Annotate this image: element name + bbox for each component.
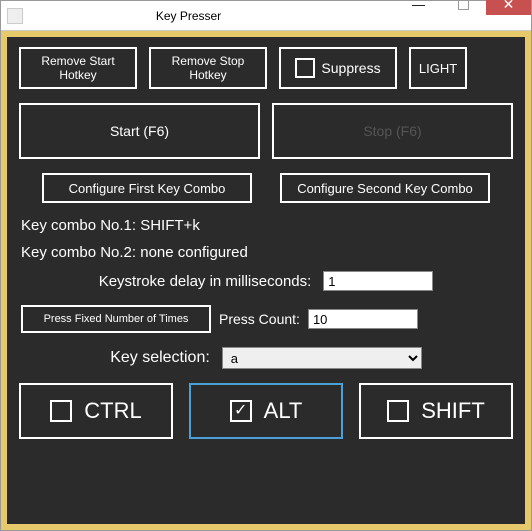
- configure-first-combo-button[interactable]: Configure First Key Combo: [42, 173, 252, 203]
- key-select-label: Key selection:: [110, 349, 210, 367]
- configure-row: Configure First Key Combo Configure Seco…: [19, 173, 513, 203]
- delay-input[interactable]: [323, 271, 433, 291]
- ctrl-checkbox-icon: [50, 400, 72, 422]
- configure-second-combo-button[interactable]: Configure Second Key Combo: [280, 173, 490, 203]
- stop-button: Stop (F6): [272, 103, 513, 159]
- combo1-text: Key combo No.1: SHIFT+k: [21, 217, 513, 234]
- delay-label: Keystroke delay in milliseconds:: [99, 273, 312, 290]
- alt-modifier-toggle[interactable]: ✓ ALT: [189, 383, 343, 439]
- alt-label: ALT: [264, 398, 303, 424]
- shift-modifier-toggle[interactable]: SHIFT: [359, 383, 513, 439]
- ctrl-modifier-toggle[interactable]: CTRL: [19, 383, 173, 439]
- light-theme-button[interactable]: LIGHT: [409, 47, 467, 89]
- remove-stop-hotkey-button[interactable]: Remove StopHotkey: [149, 47, 267, 89]
- remove-start-label: Remove StartHotkey: [41, 54, 114, 83]
- ctrl-label: CTRL: [84, 398, 141, 424]
- remove-start-hotkey-button[interactable]: Remove StartHotkey: [19, 47, 137, 89]
- content-panel: Remove StartHotkey Remove StopHotkey Sup…: [7, 37, 525, 524]
- maximize-button[interactable]: [441, 0, 486, 15]
- delay-row: Keystroke delay in milliseconds:: [19, 271, 513, 291]
- suppress-label: Suppress: [321, 60, 380, 76]
- shift-checkbox-icon: [387, 400, 409, 422]
- titlebar-buttons: — ✕: [396, 1, 531, 30]
- window-title: Key Presser: [0, 9, 396, 23]
- press-fixed-button[interactable]: Press Fixed Number of Times: [21, 305, 211, 333]
- shift-label: SHIFT: [421, 398, 485, 424]
- suppress-toggle[interactable]: Suppress: [279, 47, 397, 89]
- suppress-checkbox-icon: [295, 58, 315, 78]
- combo2-text: Key combo No.2: none configured: [21, 244, 513, 261]
- remove-stop-label: Remove StopHotkey: [172, 54, 245, 83]
- modifiers-row: CTRL ✓ ALT SHIFT: [19, 383, 513, 439]
- minimize-button[interactable]: —: [396, 0, 441, 15]
- start-button[interactable]: Start (F6): [19, 103, 260, 159]
- start-stop-row: Start (F6) Stop (F6): [19, 103, 513, 159]
- close-button[interactable]: ✕: [486, 0, 531, 15]
- key-select-dropdown[interactable]: a: [222, 347, 422, 369]
- alt-checkbox-icon: ✓: [230, 400, 252, 422]
- app-window: Key Presser — ✕ Remove StartHotkey Remov…: [0, 0, 532, 531]
- titlebar: Key Presser — ✕: [1, 1, 531, 31]
- press-count-label: Press Count:: [219, 311, 300, 327]
- top-row: Remove StartHotkey Remove StopHotkey Sup…: [19, 47, 513, 89]
- press-count-input[interactable]: [308, 309, 418, 329]
- press-count-row: Press Fixed Number of Times Press Count:: [19, 305, 513, 333]
- key-select-row: Key selection: a: [19, 347, 513, 369]
